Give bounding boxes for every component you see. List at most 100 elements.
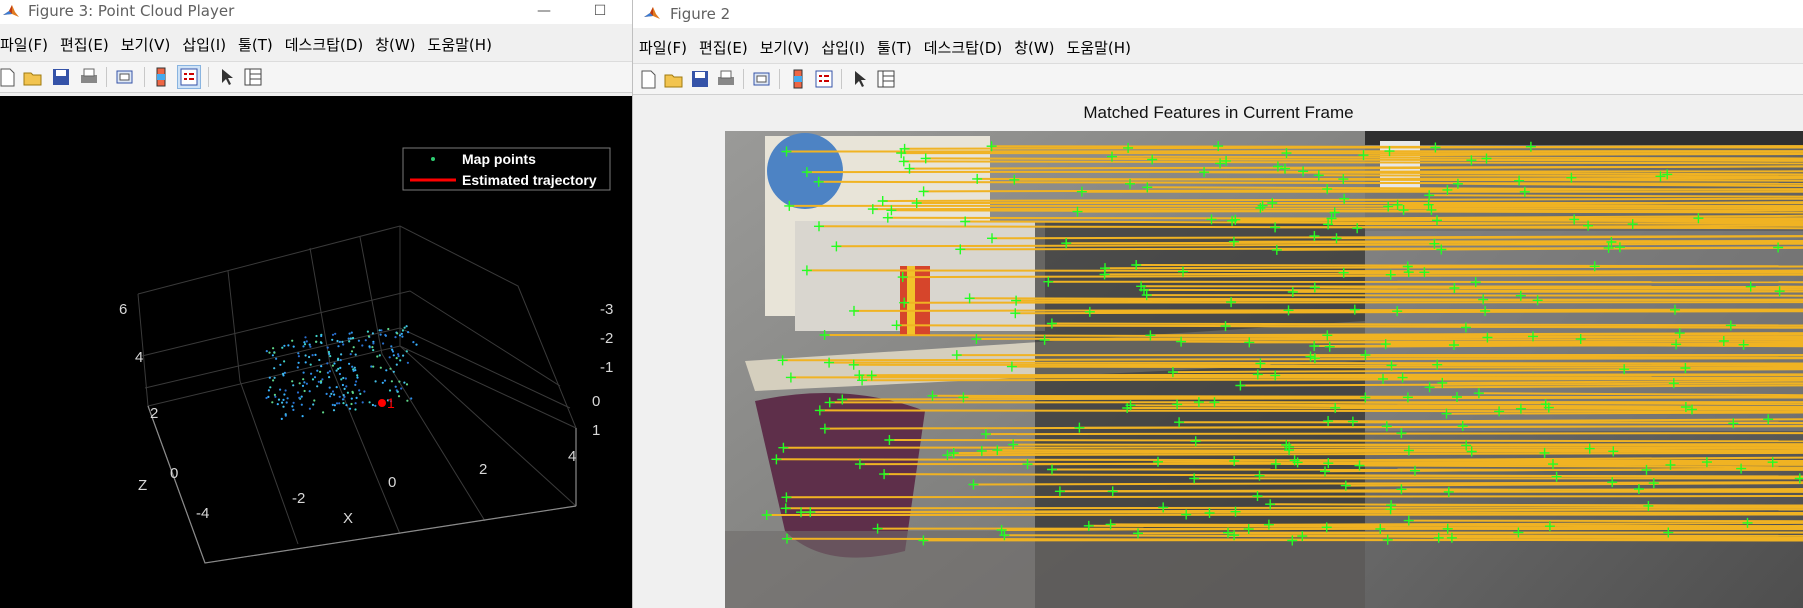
map-point [318,358,321,362]
map-point [301,384,305,387]
map-point [338,402,341,405]
map-point [338,395,341,398]
globe [767,133,843,209]
map-point [331,364,334,367]
pointer-icon[interactable] [216,66,238,88]
menu-window[interactable]: 창(W) [369,32,421,58]
map-point [330,392,333,395]
legend-icon[interactable] [177,65,201,89]
menu-desktop[interactable]: 데스크탑(D) [279,32,369,58]
map-point [342,376,345,380]
pointer-icon[interactable] [849,68,871,90]
print-icon[interactable] [78,66,100,88]
link-plot-icon[interactable] [114,66,136,88]
map-point [296,366,299,369]
map-point [350,350,354,353]
menu-edit[interactable]: 편집(E) [693,35,754,61]
map-point [320,334,323,338]
open-file-icon[interactable] [663,68,685,90]
map-point [316,385,319,388]
map-point [346,391,349,394]
map-point [351,337,354,340]
match-line [1136,264,1803,268]
map-point [322,411,325,414]
menu-help[interactable]: 도움말(H) [1061,35,1137,61]
match-line [1286,443,1803,446]
menu-view[interactable]: 보기(V) [754,35,816,61]
map-point [379,366,382,369]
z-tick-label: 2 [150,405,158,422]
menu-insert[interactable]: 삽입(I) [815,35,871,61]
menu-file[interactable]: 파일(F) [639,35,693,61]
link-plot-icon[interactable] [751,68,773,90]
point-cloud-plot[interactable]: Map points Estimated trajectory 6 4 2 0 … [0,96,632,608]
map-point [283,344,286,347]
colorbar-icon[interactable] [150,66,172,88]
match-line [1089,310,1803,313]
map-point [350,331,353,334]
match-line [1044,338,1803,341]
figure-toolbar [633,63,1803,95]
matched-features-image[interactable] [725,131,1803,608]
map-point [359,392,362,395]
x-tick-label: -4 [196,505,209,522]
menu-tools[interactable]: 툴(T) [232,32,279,58]
menu-view[interactable]: 보기(V) [115,32,177,58]
map-point [378,329,381,332]
map-point [265,396,268,400]
save-icon[interactable] [689,68,711,90]
z-tick-label: 6 [119,301,127,318]
minimize-button[interactable]: — [524,0,564,24]
map-point [355,396,358,399]
menu-window[interactable]: 창(W) [1008,35,1060,61]
open-file-icon[interactable] [22,66,44,88]
map-point [328,370,331,373]
map-point [370,365,373,368]
property-inspector-icon[interactable] [242,66,264,88]
new-figure-icon[interactable] [0,66,18,88]
map-point [292,384,295,387]
colorbar-icon[interactable] [787,68,809,90]
menu-edit[interactable]: 편집(E) [54,32,115,58]
maximize-button[interactable]: ☐ [580,0,620,24]
map-point [355,380,358,383]
map-point [397,355,400,358]
map-point [325,392,328,395]
map-point [336,339,339,343]
map-point [367,335,370,338]
menu-insert[interactable]: 삽입(I) [176,32,232,58]
map-point [332,409,336,412]
menu-tools[interactable]: 툴(T) [871,35,918,61]
map-point [308,343,311,346]
menu-bar: 파일(F) 편집(E) 보기(V) 삽입(I) 툴(T) 데스크탑(D) 창(W) 도움말(H… [0,32,632,58]
match-line [997,449,1803,453]
map-point [351,365,354,368]
menu-desktop[interactable]: 데스크탑(D) [918,35,1008,61]
new-figure-icon[interactable] [637,68,659,90]
map-point [304,336,307,339]
property-inspector-icon[interactable] [875,68,897,90]
map-point [392,354,395,357]
point-cloud-axes[interactable]: Map points Estimated trajectory 6 4 2 0 … [0,96,632,608]
print-icon[interactable] [715,68,737,90]
menu-file[interactable]: 파일(F) [0,32,54,58]
menu-help[interactable]: 도움말(H) [422,32,498,58]
map-point [412,341,415,344]
map-point [372,349,375,352]
figure-2-canvas: Matched Features in Current Frame [633,98,1803,608]
legend-trajectory-label: Estimated trajectory [462,172,597,188]
legend-icon[interactable] [813,68,835,90]
map-point [300,403,303,406]
match-line [862,377,1803,382]
map-point [331,333,335,336]
map-point [292,345,295,348]
map-point [387,327,390,331]
save-icon[interactable] [50,66,72,88]
map-point [331,390,335,393]
map-point [343,387,346,390]
map-point [345,385,348,388]
map-point [401,329,404,332]
map-point [268,376,271,379]
map-point [328,352,331,355]
estimated-trajectory: 1 [378,395,395,411]
